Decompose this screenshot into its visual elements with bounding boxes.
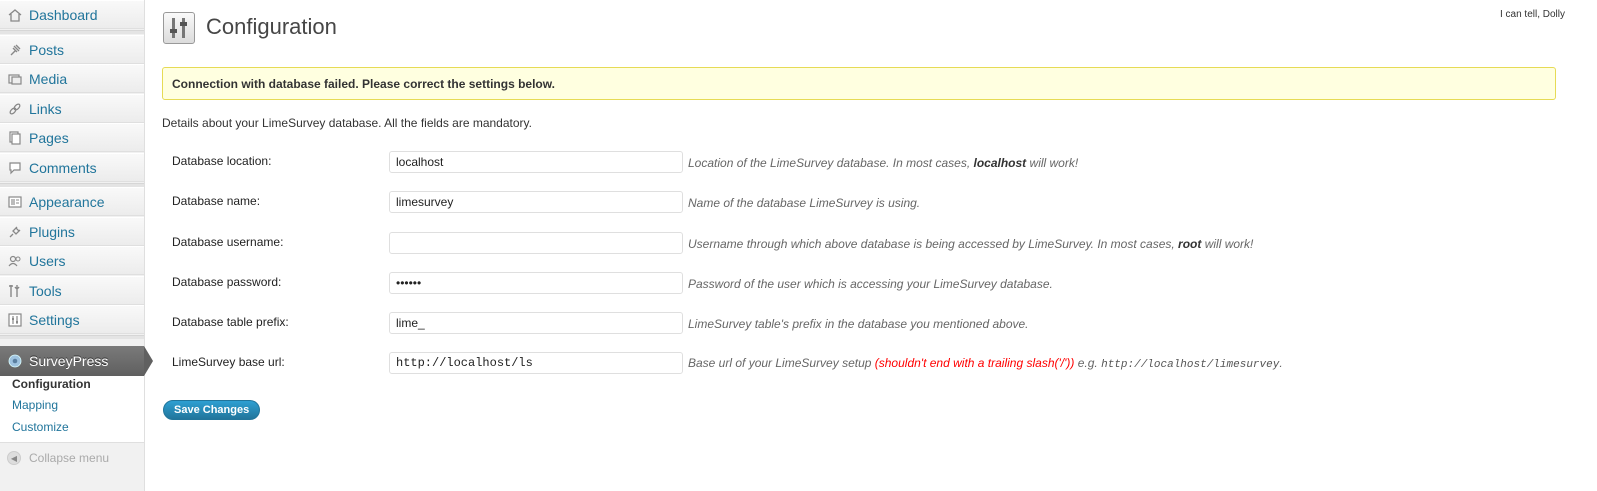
- tools-icon: [7, 283, 23, 299]
- sidebar-item-label: Posts: [29, 41, 65, 58]
- sidebar-item-pages[interactable]: Pages: [0, 123, 144, 152]
- gear-icon: [7, 353, 23, 369]
- base-url-description: Base url of your LimeSurvey setup (shoul…: [688, 356, 1283, 371]
- db-location-label: Database location:: [172, 154, 272, 168]
- sidebar-item-label: Links: [29, 100, 62, 117]
- sidebar-item-label: Appearance: [29, 193, 105, 210]
- db-username-input[interactable]: [389, 232, 683, 254]
- sidebar-item-label: Users: [29, 252, 66, 269]
- dashboard-icon: [7, 7, 23, 23]
- db-username-label: Database username:: [172, 235, 284, 249]
- db-password-input[interactable]: [389, 272, 683, 294]
- collapse-arrow-icon: ◀: [7, 451, 21, 465]
- pages-icon: [7, 130, 23, 146]
- sidebar-item-settings[interactable]: Settings: [0, 305, 144, 334]
- db-prefix-label: Database table prefix:: [172, 315, 289, 329]
- current-menu-arrow: [144, 346, 153, 376]
- form-intro-text: Details about your LimeSurvey database. …: [162, 116, 532, 130]
- db-password-label: Database password:: [172, 275, 282, 289]
- submenu-configuration[interactable]: Configuration: [12, 377, 91, 391]
- sidebar-item-label: Settings: [29, 311, 80, 328]
- sidebar-item-tools[interactable]: Tools: [0, 276, 144, 305]
- link-icon: [7, 101, 23, 117]
- hello-dolly-text: I can tell, Dolly: [1499, 9, 1565, 20]
- sidebar-item-label: Dashboard: [29, 6, 98, 23]
- error-notice: Connection with database failed. Please …: [162, 67, 1556, 100]
- sliders-icon: [163, 12, 195, 44]
- sidebar-item-dashboard[interactable]: Dashboard: [0, 0, 144, 29]
- db-prefix-input[interactable]: [389, 312, 683, 334]
- surveypress-submenu: Configuration Mapping Customize: [0, 376, 144, 443]
- sidebar-item-links[interactable]: Links: [0, 94, 144, 123]
- sidebar-item-plugins[interactable]: Plugins: [0, 217, 144, 246]
- page-title: Configuration: [206, 14, 337, 39]
- base-url-input[interactable]: [389, 352, 683, 374]
- plugin-icon: [7, 224, 23, 240]
- sidebar-item-label: Plugins: [29, 223, 75, 240]
- sidebar-item-surveypress[interactable]: SurveyPress: [0, 346, 153, 376]
- sidebar-item-label: Tools: [29, 282, 62, 299]
- sidebar-item-label: Comments: [29, 159, 97, 176]
- db-prefix-description: LimeSurvey table's prefix in the databas…: [688, 317, 1029, 331]
- submenu-customize[interactable]: Customize: [12, 420, 69, 434]
- users-icon: [7, 253, 23, 269]
- sidebar-item-comments[interactable]: Comments: [0, 153, 144, 182]
- db-location-description: Location of the LimeSurvey database. In …: [688, 156, 1079, 170]
- appearance-icon: [7, 194, 23, 210]
- sidebar-item-label: SurveyPress: [29, 353, 109, 369]
- sidebar-item-media[interactable]: Media: [0, 64, 144, 93]
- collapse-menu-label: Collapse menu: [29, 451, 110, 465]
- collapse-menu-button[interactable]: ◀ Collapse menu: [7, 451, 109, 465]
- settings-icon: [7, 312, 23, 328]
- db-username-description: Username through which above database is…: [688, 237, 1254, 251]
- db-name-label: Database name:: [172, 194, 261, 208]
- pin-icon: [7, 42, 23, 58]
- db-location-input[interactable]: [389, 151, 683, 173]
- db-name-input[interactable]: [389, 191, 683, 213]
- db-password-description: Password of the user which is accessing …: [688, 277, 1053, 291]
- admin-sidebar: Dashboard Posts Media Links Pages Commen…: [0, 0, 153, 491]
- menu-separator: [0, 335, 144, 339]
- comment-icon: [7, 160, 23, 176]
- menu-separator: [0, 30, 144, 34]
- sidebar-item-appearance[interactable]: Appearance: [0, 187, 144, 216]
- sidebar-item-label: Pages: [29, 129, 69, 146]
- save-changes-button[interactable]: Save Changes: [163, 400, 261, 420]
- media-icon: [7, 71, 23, 87]
- submenu-mapping[interactable]: Mapping: [12, 398, 58, 412]
- base-url-label: LimeSurvey base url:: [172, 355, 285, 369]
- sidebar-item-label: Media: [29, 70, 68, 87]
- db-name-description: Name of the database LimeSurvey is using…: [688, 196, 921, 210]
- sidebar-item-posts[interactable]: Posts: [0, 35, 144, 64]
- sidebar-item-users[interactable]: Users: [0, 246, 144, 275]
